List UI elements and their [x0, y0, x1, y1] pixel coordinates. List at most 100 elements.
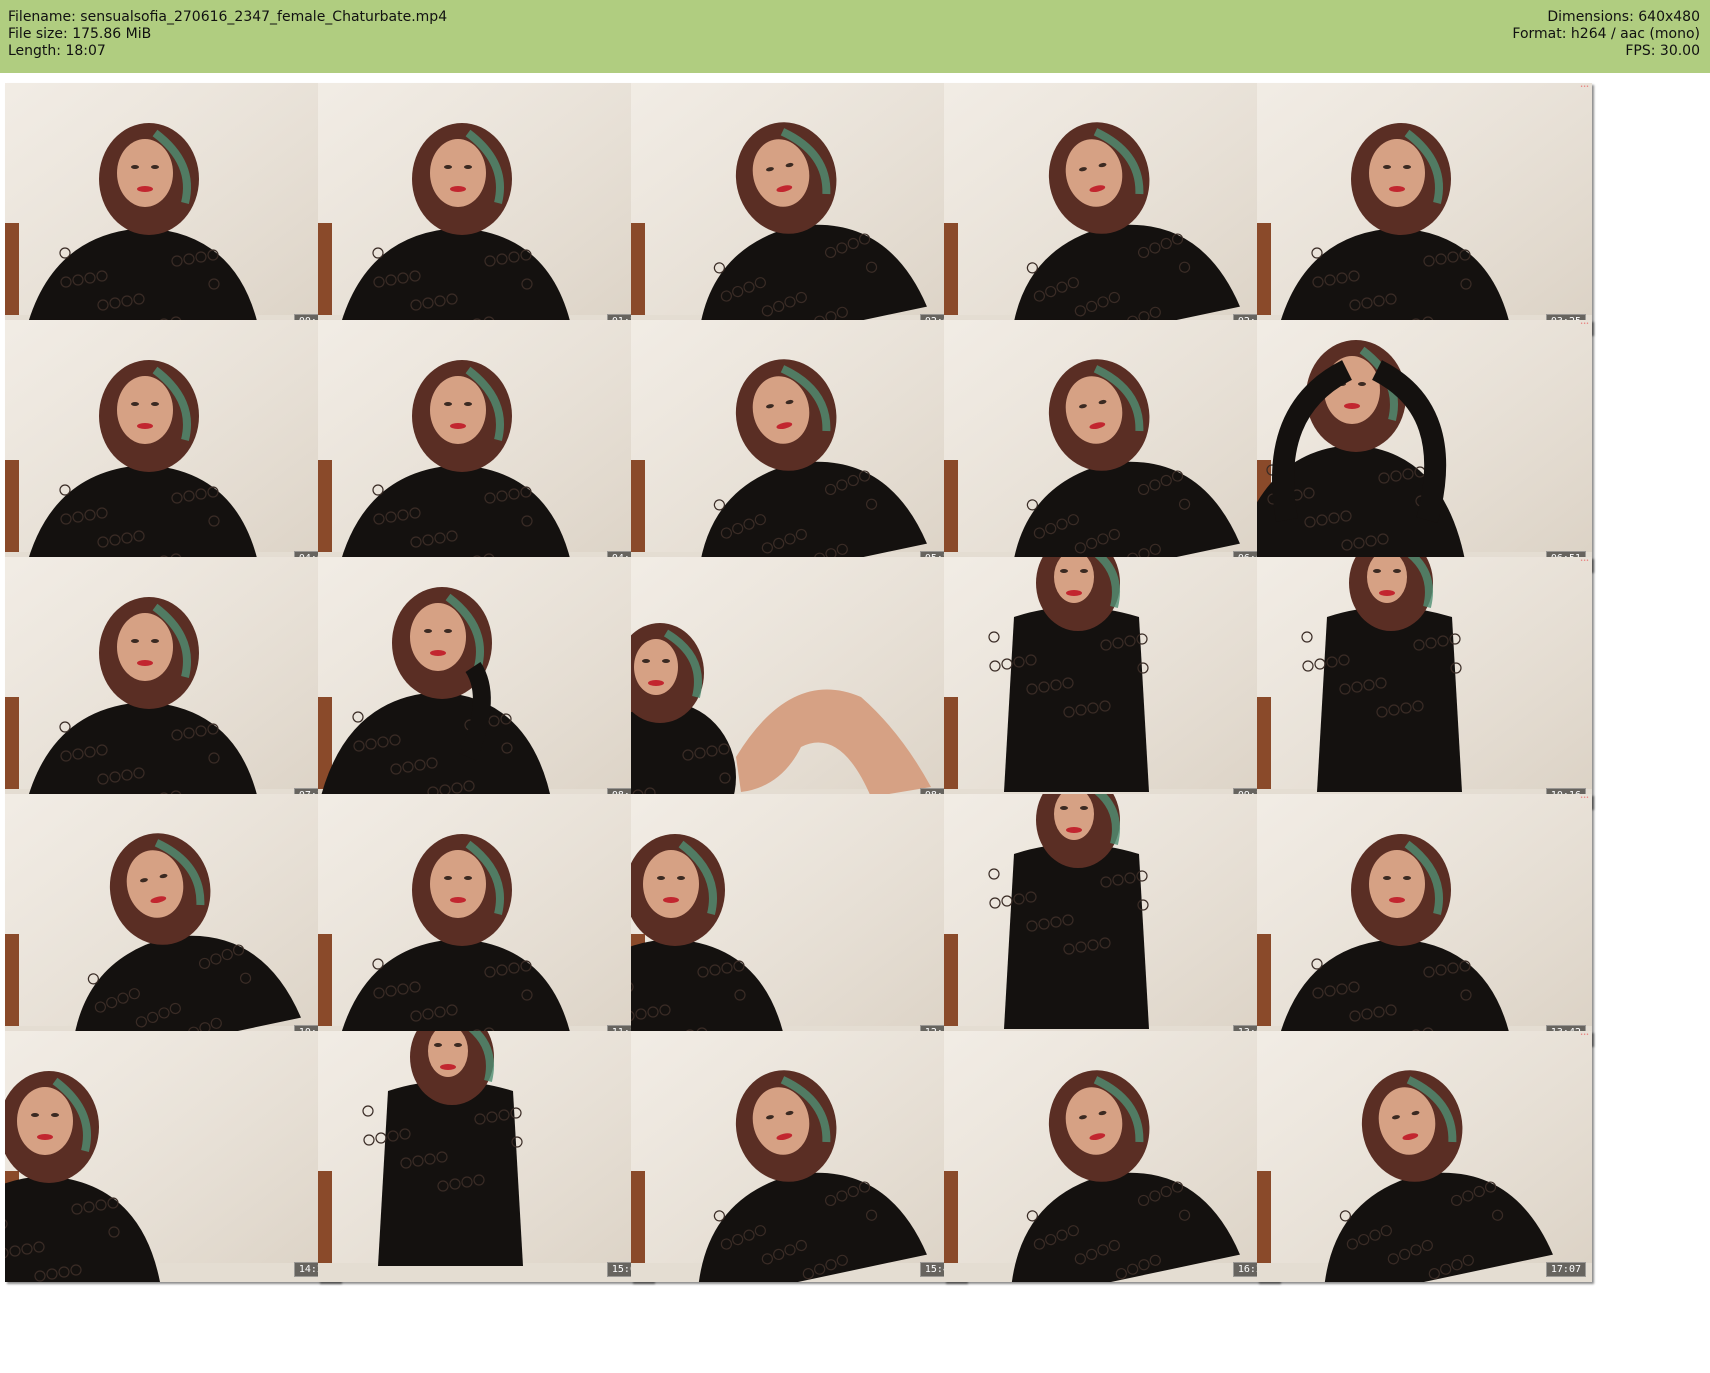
eye-right — [464, 402, 472, 406]
watermark: ••• — [1580, 1032, 1589, 1038]
video-thumbnail[interactable]: •••03:25 — [1257, 83, 1592, 334]
watermark: ••• — [1580, 321, 1589, 327]
thumbnail-frame — [944, 557, 1279, 808]
video-thumbnail[interactable]: •••02:44 — [944, 83, 1279, 334]
length-text: Length: 18:07 — [8, 43, 106, 59]
thumbnail-frame — [5, 1031, 340, 1282]
thumbnail-frame — [944, 320, 1279, 571]
video-thumbnail[interactable]: •••13:01 — [944, 794, 1279, 1045]
eye-left — [1373, 569, 1381, 573]
eye-right — [464, 165, 472, 169]
eye-right — [662, 659, 670, 663]
video-thumbnail[interactable]: •••10:16 — [1257, 557, 1592, 808]
eye-right — [1393, 569, 1401, 573]
video-thumbnail[interactable]: •••14:23 — [5, 1031, 340, 1282]
thumbnail-frame — [5, 794, 340, 1045]
filename-text: Filename: sensualsofia_270616_2347_femal… — [8, 9, 448, 25]
video-thumbnail[interactable]: •••15:45 — [631, 1031, 966, 1282]
lips — [1389, 186, 1405, 192]
video-thumbnail[interactable]: •••02:03 — [631, 83, 966, 334]
thumbnail-frame — [5, 83, 340, 334]
video-thumbnail[interactable]: •••05:28 — [631, 320, 966, 571]
video-thumbnail[interactable]: •••06:51 — [1257, 320, 1592, 571]
face — [17, 1087, 73, 1155]
thumbnail-frame — [5, 320, 340, 571]
thumbnail-frame — [631, 320, 966, 571]
face — [1369, 850, 1425, 918]
face — [634, 639, 678, 695]
lips — [37, 1134, 53, 1140]
eye-left — [1383, 876, 1391, 880]
lips — [450, 423, 466, 429]
eye-left — [1383, 165, 1391, 169]
lips — [450, 897, 466, 903]
thumbnail-frame — [318, 1031, 653, 1282]
fps-text: FPS: 30.00 — [1625, 43, 1700, 59]
eye-left — [444, 402, 452, 406]
eye-left — [131, 165, 139, 169]
thumbnail-timestamp: 17:07 — [1545, 1262, 1586, 1277]
video-thumbnail[interactable]: •••13:42 — [1257, 794, 1592, 1045]
thumbnail-frame — [631, 83, 966, 334]
video-thumbnail[interactable]: •••01:22 — [318, 83, 653, 334]
face — [117, 613, 173, 681]
thumbnail-frame — [318, 794, 653, 1045]
eye-left — [444, 165, 452, 169]
eye-right — [1403, 876, 1411, 880]
eye-left — [657, 876, 665, 880]
video-thumbnail[interactable]: •••04:47 — [318, 320, 653, 571]
thumbnail-frame — [318, 320, 653, 571]
eye-left — [1060, 569, 1068, 573]
lips — [1379, 590, 1395, 596]
thumbnail-frame — [944, 83, 1279, 334]
video-thumbnail[interactable]: •••06:09 — [944, 320, 1279, 571]
thumbnail-frame — [1257, 794, 1592, 1045]
thumbnail-frame — [1257, 1031, 1592, 1282]
lips — [137, 660, 153, 666]
thumbnail-frame — [318, 557, 653, 808]
video-thumbnail[interactable]: •••07:32 — [5, 557, 340, 808]
lips — [440, 1064, 456, 1070]
thumbnail-grid: •••00:41•••01:22•••02:03•••02:44•••03:25… — [5, 83, 1705, 1368]
watermark: ••• — [1580, 558, 1589, 564]
dimensions-text: Dimensions: 640x480 — [1547, 9, 1700, 25]
lips — [663, 897, 679, 903]
eye-right — [1080, 569, 1088, 573]
video-thumbnail[interactable]: •••08:54 — [631, 557, 966, 808]
eye-right — [151, 639, 159, 643]
eye-left — [444, 876, 452, 880]
eye-right — [464, 876, 472, 880]
eye-right — [1358, 382, 1366, 386]
eye-left — [31, 1113, 39, 1117]
format-text: Format: h264 / aac (mono) — [1512, 26, 1700, 42]
thumbnail-frame — [944, 1031, 1279, 1282]
lips — [450, 186, 466, 192]
eye-left — [434, 1043, 442, 1047]
lace-top — [378, 1081, 523, 1266]
video-thumbnail[interactable]: •••08:13 — [318, 557, 653, 808]
video-thumbnail[interactable]: •••11:38 — [318, 794, 653, 1045]
video-thumbnail[interactable]: •••12:19 — [631, 794, 966, 1045]
eye-left — [131, 639, 139, 643]
video-thumbnail[interactable]: •••10:57 — [5, 794, 340, 1045]
video-thumbnail[interactable]: •••04:06 — [5, 320, 340, 571]
lips — [137, 186, 153, 192]
thumbnail-frame — [631, 1031, 966, 1282]
thumbnail-frame — [1257, 320, 1592, 571]
eye-left — [424, 629, 432, 633]
watermark: ••• — [1580, 84, 1589, 90]
video-thumbnail[interactable]: •••09:35 — [944, 557, 1279, 808]
eye-left — [131, 402, 139, 406]
thumbnail-frame — [318, 83, 653, 334]
thumbnail-frame — [1257, 557, 1592, 808]
video-thumbnail[interactable]: •••16:26 — [944, 1031, 1279, 1282]
face — [1369, 139, 1425, 207]
video-thumbnail[interactable]: •••00:41 — [5, 83, 340, 334]
video-thumbnail[interactable]: ••• 17:07 — [1257, 1031, 1592, 1282]
thumbnail-frame — [5, 557, 340, 808]
eye-right — [151, 165, 159, 169]
video-thumbnail[interactable]: •••15:04 — [318, 1031, 653, 1282]
face — [430, 139, 486, 207]
thumbnail-frame — [631, 557, 966, 808]
lips — [1389, 897, 1405, 903]
